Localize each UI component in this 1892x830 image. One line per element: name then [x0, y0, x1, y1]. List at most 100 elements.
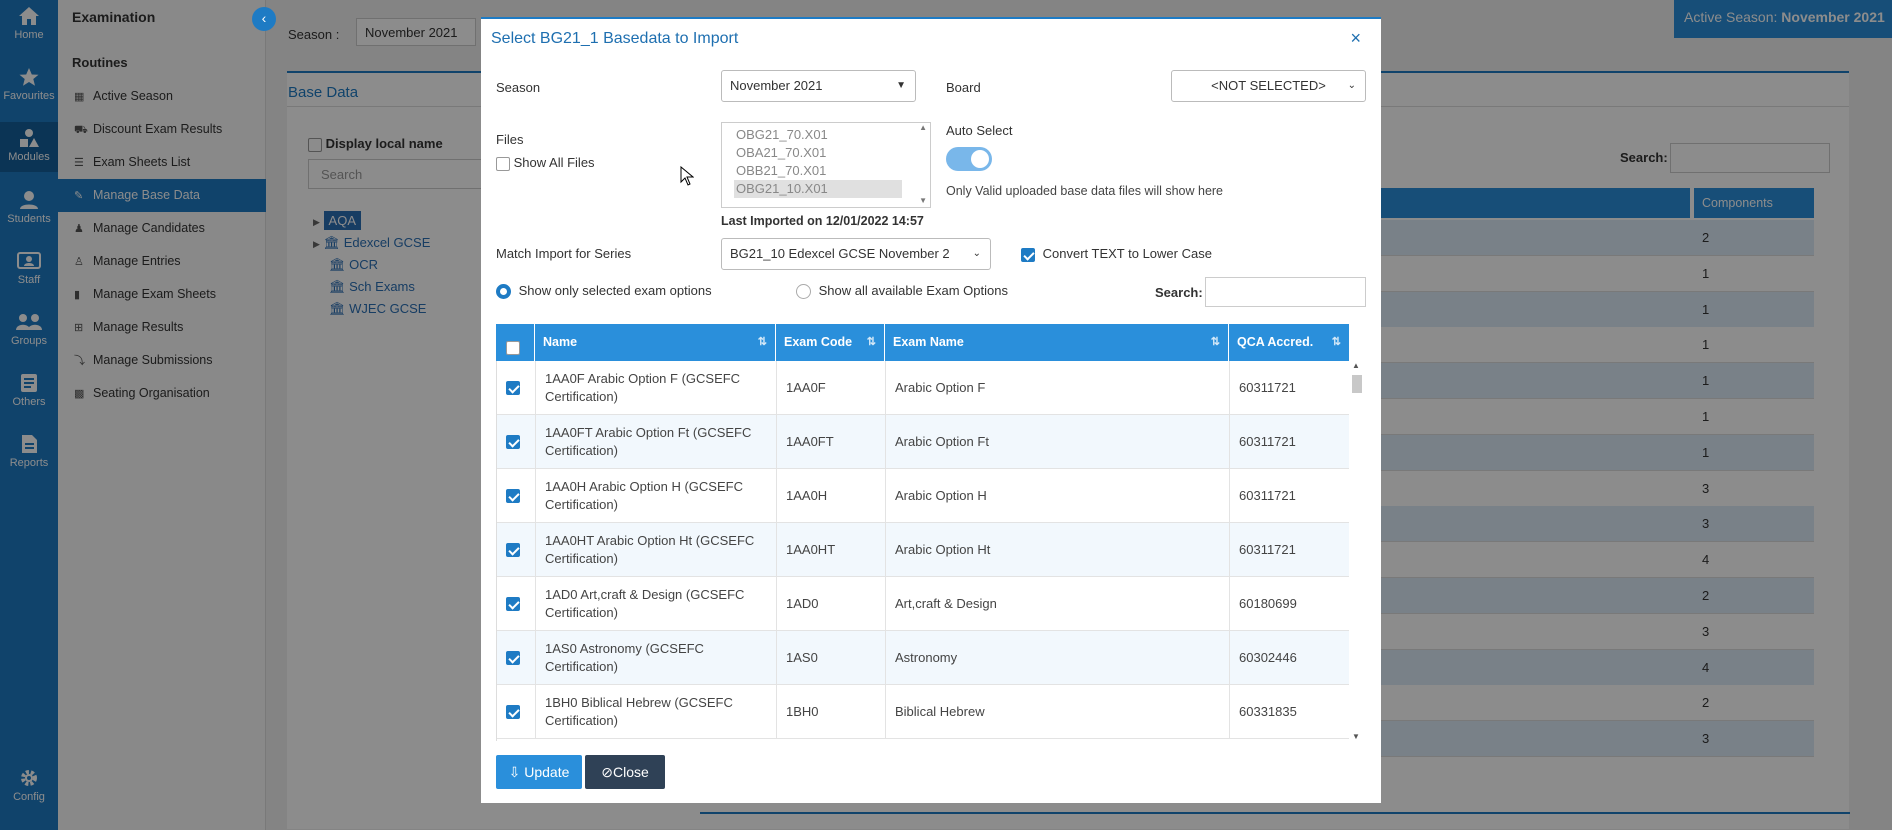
row-select-cell: [497, 577, 536, 631]
scroll-up-icon[interactable]: ▲: [919, 123, 927, 132]
caret-down-icon: ▼: [896, 80, 906, 91]
options-table-header: Name ⇅ Exam Code ⇅ Exam Name ⇅ QCA Accred. ⇅: [496, 324, 1349, 361]
files-listbox[interactable]: OBG21_70.X01 OBA21_70.X01 OBB21_70.X01 O…: [721, 122, 931, 208]
qca-cell: 60311721: [1239, 542, 1296, 557]
col-name-label: Name: [543, 335, 578, 349]
table-scrollbar[interactable]: ▲ ▼: [1349, 361, 1364, 741]
valid-files-note: Only Valid uploaded base data files will…: [946, 184, 1224, 198]
exam-name-cell: Astronomy: [886, 631, 1230, 685]
close-button[interactable]: ⊘Close: [585, 755, 665, 789]
row-checkbox[interactable]: [506, 543, 520, 557]
match-series-dropdown[interactable]: BG21_10 Edexcel GCSE November 2 ⌄: [721, 238, 991, 270]
table-row[interactable]: 1AS0 Astronomy (GCSEFC Certification) 1AS…: [497, 631, 1349, 685]
exam-code-cell: 1AA0F: [777, 361, 886, 415]
scroll-thumb[interactable]: [1352, 375, 1362, 393]
col-exam-code[interactable]: Exam Code ⇅: [776, 324, 885, 361]
match-series-value: BG21_10 Edexcel GCSE November 2: [730, 246, 950, 261]
exam-code-cell: 1AA0HT: [777, 523, 886, 577]
file-option[interactable]: OBG21_70.X01: [722, 126, 930, 144]
table-row[interactable]: 1AA0FT Arabic Option Ft (GCSEFC Certific…: [497, 415, 1349, 469]
board-dropdown[interactable]: <NOT SELECTED> ⌄: [1171, 70, 1366, 102]
exam-name-cell: Art,craft & Design: [886, 577, 1230, 631]
close-icon[interactable]: ×: [1350, 28, 1361, 49]
sort-icon: ⇅: [757, 336, 767, 348]
table-row[interactable]: 1AA0HT Arabic Option Ht (GCSEFC Certific…: [497, 523, 1349, 577]
qca-cell: 60302446: [1239, 650, 1297, 665]
qca-cell: 60180699: [1239, 596, 1297, 611]
col-name[interactable]: Name ⇅: [535, 324, 776, 361]
chevron-down-icon: ⌄: [968, 239, 981, 269]
qca-cell: 60311721: [1239, 434, 1296, 449]
modal-search-label: Search:: [1155, 285, 1203, 300]
row-select-cell: [497, 361, 536, 415]
row-checkbox[interactable]: [506, 489, 520, 503]
sort-icon: ⇅: [1210, 336, 1220, 348]
file-option[interactable]: OBA21_70.X01: [722, 144, 930, 162]
col-exam-name-label: Exam Name: [893, 335, 964, 349]
table-row[interactable]: 1AD0 Art,craft & Design (GCSEFC Certific…: [497, 577, 1349, 631]
col-qca[interactable]: QCA Accred. ⇅: [1229, 324, 1349, 361]
row-checkbox[interactable]: [506, 597, 520, 611]
name-cell: 1AS0 Astronomy (GCSEFC Certification): [536, 631, 777, 685]
exam-code-cell: 1BH0: [777, 685, 886, 739]
col-qca-label: QCA Accred.: [1237, 335, 1314, 349]
file-option[interactable]: OBB21_70.X01: [722, 162, 930, 180]
scroll-up-icon[interactable]: ▲: [1352, 361, 1360, 370]
convert-text-checkbox[interactable]: [1021, 247, 1035, 262]
convert-text-option[interactable]: Convert TEXT to Lower Case: [1021, 246, 1212, 262]
show-all-files[interactable]: Show All Files: [496, 155, 595, 171]
radio-all-label: Show all available Exam Options: [818, 283, 1008, 298]
exam-name-cell: Arabic Option Ft: [886, 415, 1230, 469]
convert-text-label: Convert TEXT to Lower Case: [1042, 246, 1212, 261]
exam-code-cell: 1AS0: [777, 631, 886, 685]
select-all-checkbox[interactable]: [506, 341, 520, 356]
ban-icon: ⊘: [601, 764, 613, 780]
row-checkbox[interactable]: [506, 435, 520, 449]
scroll-down-icon[interactable]: ▼: [919, 196, 927, 205]
file-option-selected[interactable]: OBG21_10.X01: [734, 180, 902, 198]
radio-show-all[interactable]: Show all available Exam Options: [796, 283, 1008, 300]
show-all-files-checkbox[interactable]: [496, 156, 510, 171]
exam-code-cell: 1AA0H: [777, 469, 886, 523]
modal-search-input[interactable]: [1205, 277, 1366, 307]
exam-name-cell: Arabic Option H: [886, 469, 1230, 523]
radio-show-selected[interactable]: Show only selected exam options: [496, 283, 712, 300]
chevron-left-icon: ‹: [261, 10, 267, 26]
select-all-cell: [496, 324, 535, 361]
name-cell: 1AA0F Arabic Option F (GCSEFC Certificat…: [536, 361, 777, 415]
auto-select-toggle[interactable]: [946, 147, 992, 171]
table-row[interactable]: 1BH0 Biblical Hebrew (GCSEFC Certificati…: [497, 685, 1349, 739]
row-select-cell: [497, 415, 536, 469]
col-exam-name[interactable]: Exam Name ⇅: [885, 324, 1229, 361]
show-all-files-label: Show All Files: [513, 155, 595, 170]
season-dropdown[interactable]: November 2021 ▼: [721, 70, 916, 102]
radio-selected-button[interactable]: [496, 284, 511, 300]
row-checkbox[interactable]: [506, 651, 520, 665]
download-icon: ⇩: [508, 764, 521, 780]
season-dropdown-value: November 2021: [730, 78, 823, 93]
last-imported-text: Last Imported on 12/01/2022 14:57: [721, 214, 924, 228]
exam-code-cell: 1AA0FT: [777, 415, 886, 469]
table-row[interactable]: 1AA0H Arabic Option H (GCSEFC Certificat…: [497, 469, 1349, 523]
exam-name-cell: Arabic Option Ht: [886, 523, 1230, 577]
row-checkbox[interactable]: [506, 381, 520, 395]
qca-cell: 60311721: [1239, 488, 1296, 503]
qca-cell: 60311721: [1239, 380, 1296, 395]
scroll-down-icon[interactable]: ▼: [1352, 732, 1360, 741]
radio-all-button[interactable]: [796, 284, 811, 300]
files-label: Files: [496, 132, 524, 147]
exam-name-cell: Biblical Hebrew: [886, 685, 1230, 739]
sidebar-collapse-button[interactable]: ‹: [252, 7, 276, 31]
row-checkbox[interactable]: [506, 705, 520, 719]
name-cell: 1AA0H Arabic Option H (GCSEFC Certificat…: [536, 469, 777, 523]
options-table-body: 1AA0F Arabic Option F (GCSEFC Certificat…: [496, 361, 1349, 741]
import-modal: Select BG21_1 Basedata to Import × Seaso…: [481, 17, 1381, 803]
exam-name-cell: Arabic Option F: [886, 361, 1230, 415]
name-cell: 1AD0 Art,craft & Design (GCSEFC Certific…: [536, 577, 777, 631]
modal-title: Select BG21_1 Basedata to Import: [491, 30, 739, 47]
update-button[interactable]: ⇩ Update: [496, 755, 582, 789]
auto-select-label: Auto Select: [946, 123, 1013, 138]
qca-cell: 60331835: [1239, 704, 1297, 719]
table-row[interactable]: 1AA0F Arabic Option F (GCSEFC Certificat…: [497, 361, 1349, 415]
update-label: Update: [524, 764, 570, 780]
